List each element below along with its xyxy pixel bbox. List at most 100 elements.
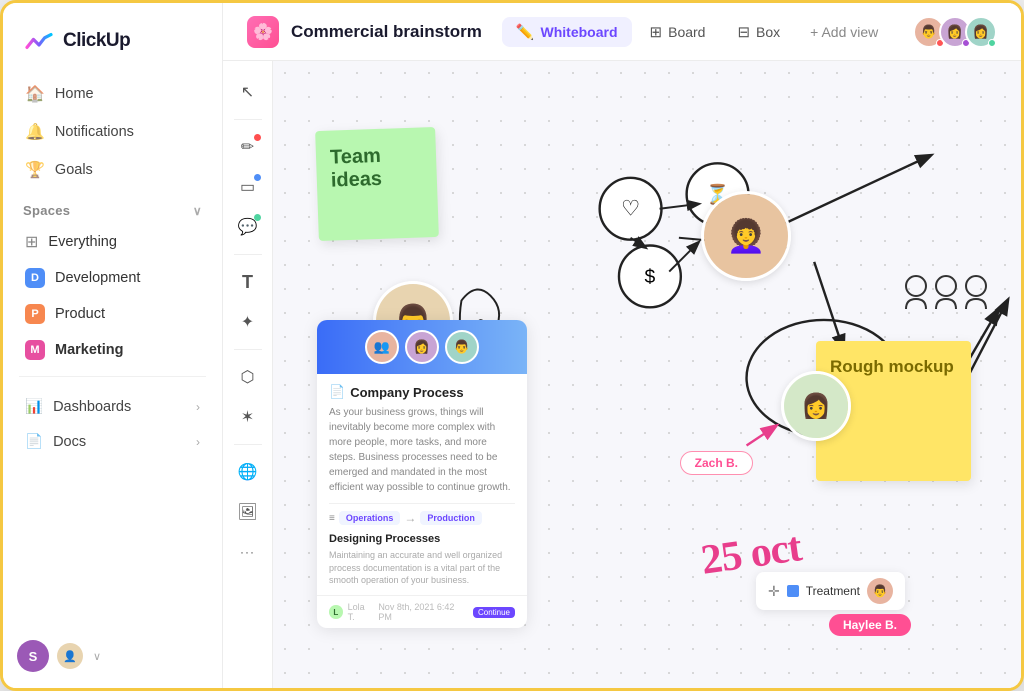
dashboards-icon: 📊 [25,398,43,415]
dashboards-chevron: › [196,400,200,414]
product-label: Product [55,306,105,322]
banner-person-1: 👥 [365,330,399,364]
sidebar-logo: ClickUp [3,3,222,75]
doc-card-title: 📄 Company Process [329,384,515,400]
doc-card-body: 📄 Company Process As your business grows… [317,374,527,595]
doc-section-desc: Maintaining an accurate and well organiz… [329,549,515,587]
comment-tool[interactable]: 💬 [231,210,265,244]
tab-whiteboard[interactable]: ✏️ Whiteboard [502,17,632,47]
sidebar-item-goals-label: Goals [55,162,93,178]
grid-icon: ⊞ [25,232,38,252]
box-tab-icon: ⊟ [737,23,750,41]
development-badge: D [25,268,45,288]
svg-text:♡: ♡ [621,197,640,221]
shape-dot [254,174,261,181]
avatar-dot-3 [988,39,996,47]
globe-tool[interactable]: 🌐 [231,455,265,489]
sidebar-item-dashboards[interactable]: 📊 Dashboards › [15,389,210,424]
image-tool[interactable]: 🖼 [231,495,265,529]
sidebar-item-home-label: Home [55,86,94,102]
whiteboard-tab-icon: ✏️ [516,23,535,41]
add-view-label: + Add view [810,24,878,40]
doc-card-footer: L Lola T. Nov 8th, 2021 6:42 PM Continue [317,595,527,628]
comment-dot [254,214,261,221]
network-icon: ⬡ [241,367,255,387]
person-photo-woman-2: 👩 [781,371,851,441]
doc-footer-avatar: L [329,605,343,619]
flow-from: Operations [339,511,401,525]
doc-card-desc: As your business grows, things will inev… [329,405,515,495]
docs-label: Docs [53,434,86,450]
canvas-area: ↖ ✏ ▭ 💬 T [223,61,1021,688]
add-view-button[interactable]: + Add view [798,18,890,46]
sidebar: ClickUp 🏠 Home 🔔 Notifications 🏆 Goals S… [3,3,223,688]
trophy-icon: 🏆 [25,160,45,180]
spaces-label: Spaces [23,203,70,218]
spaces-chevron[interactable]: ∨ [193,204,202,218]
sidebar-item-everything[interactable]: ⊞ Everything [15,224,210,260]
whiteboard-canvas[interactable]: ♡ ⏳ $ [273,61,1021,688]
sidebar-item-development[interactable]: D Development [15,260,210,296]
pen-dot [254,134,261,141]
sidebar-nav: 🏠 Home 🔔 Notifications 🏆 Goals [3,75,222,189]
app-container: ClickUp 🏠 Home 🔔 Notifications 🏆 Goals S… [0,0,1024,691]
treatment-label: Treatment [806,584,860,598]
topbar: 🌸 Commercial brainstorm ✏️ Whiteboard ⊞ … [223,3,1021,61]
flow-arrow: → [404,511,416,525]
main-content: 🌸 Commercial brainstorm ✏️ Whiteboard ⊞ … [223,3,1021,688]
tab-board[interactable]: ⊞ Board [636,17,720,47]
sidebar-item-docs[interactable]: 📄 Docs › [15,424,210,459]
app-name: ClickUp [63,30,130,52]
everything-label: Everything [48,234,117,250]
banner-person-2: 👩 [405,330,439,364]
tool-sep-2 [234,254,262,255]
effects-tool[interactable]: ✶ [231,400,265,434]
treatment-color-sq [787,585,799,597]
sparkle-icon: ✦ [241,312,254,332]
doc-section-title: Designing Processes [329,533,515,545]
cursor-tool[interactable]: ↖ [231,75,265,109]
sidebar-item-notifications[interactable]: 🔔 Notifications [15,113,210,151]
doc-card[interactable]: 👥 👩 👨 📄 Company Process As your business… [317,320,527,628]
tab-board-label: Board [668,24,705,40]
development-label: Development [55,270,140,286]
home-icon: 🏠 [25,84,45,104]
more-icon: ··· [240,545,255,559]
sidebar-divider [19,376,206,377]
tab-box-label: Box [756,24,780,40]
image-icon: 🖼 [237,502,257,522]
doc-icon: 📄 [329,384,345,400]
more-tool[interactable]: ··· [231,535,265,569]
shape-tool[interactable]: ▭ [231,170,265,204]
sidebar-item-goals[interactable]: 🏆 Goals [15,151,210,189]
svg-text:$: $ [645,267,656,288]
docs-icon: 📄 [25,433,43,450]
left-toolbar: ↖ ✏ ▭ 💬 T [223,61,273,688]
dashboards-label: Dashboards [53,399,131,415]
user-avatar[interactable]: S [17,640,49,672]
text-icon: T [242,272,253,293]
sidebar-item-product[interactable]: P Product [15,296,210,332]
flow-to: Production [420,511,482,525]
move-icon: ✛ [768,583,780,600]
sparkle-tool[interactable]: ✦ [231,305,265,339]
text-tool[interactable]: T [231,265,265,299]
sidebar-item-notifications-label: Notifications [55,124,134,140]
marketing-label: Marketing [55,342,124,358]
tab-box[interactable]: ⊟ Box [723,17,794,47]
sticky-note-green[interactable]: Team ideas [315,127,439,241]
sidebar-footer: S 👤 ∨ [3,624,222,688]
user-chevron[interactable]: ∨ [93,650,101,663]
sidebar-item-marketing[interactable]: M Marketing [15,332,210,368]
doc-footer-date: Nov 8th, 2021 6:42 PM [378,602,468,622]
flow-icon: ≡ [329,513,335,524]
network-tool[interactable]: ⬡ [231,360,265,394]
sticky-yellow-text: Rough mockup [830,357,954,376]
pen-tool[interactable]: ✏ [231,130,265,164]
clickup-logo-icon [23,25,55,57]
sidebar-item-home[interactable]: 🏠 Home [15,75,210,113]
doc-footer-badge[interactable]: Continue [473,607,515,618]
project-title: Commercial brainstorm [291,22,482,42]
treatment-tag: ✛ Treatment 👨 [756,572,905,610]
zach-tag: Zach B. [680,451,753,475]
